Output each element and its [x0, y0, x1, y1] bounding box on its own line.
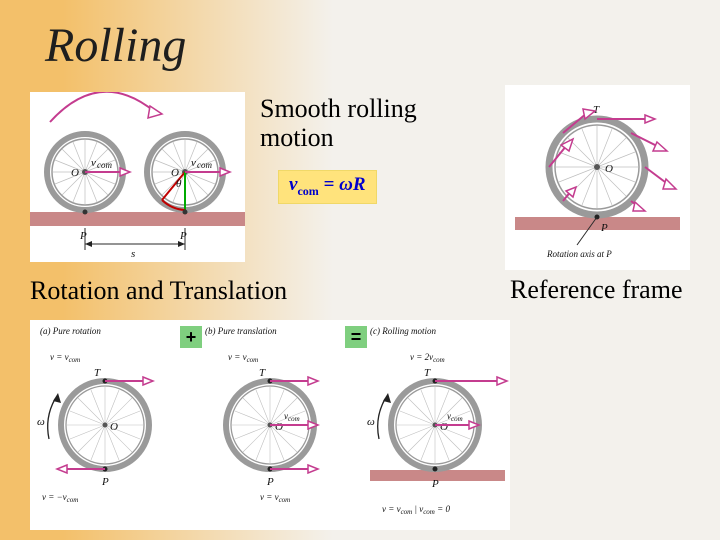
wheel1-O: O [71, 167, 79, 179]
b-bot-eq: v = vcom [260, 492, 290, 504]
smooth-line: Smooth rolling motion [260, 94, 417, 152]
P1: P [79, 230, 87, 242]
c-O: O [440, 421, 448, 433]
figure-two-wheels: O v com [30, 92, 245, 262]
c-mid-v: vcom [447, 411, 463, 423]
ref-P: P [600, 222, 608, 234]
reference-frame-svg: O T [505, 85, 690, 270]
equals-box: = [345, 326, 367, 348]
a-top-eq: v = vcom [50, 352, 80, 364]
a-O: O [110, 421, 118, 433]
a-bot-eq: v = −vcom [42, 492, 78, 504]
c-bot-eq: v = vcom | vcom = 0 [382, 504, 450, 516]
eq-vsub: com [297, 184, 318, 198]
cap-b: (b) Pure translation [205, 326, 277, 336]
b-O: O [275, 421, 283, 433]
wheel1-vcom-sub: com [97, 160, 112, 170]
smooth-rolling-label: Smooth rolling motion [260, 95, 417, 152]
s-label: s [131, 248, 135, 260]
wheel2-vcom: v [191, 157, 196, 169]
b-mid-v: vcom [284, 411, 300, 423]
a-T: T [94, 367, 101, 379]
cap-c: (c) Rolling motion [370, 326, 436, 336]
figure-three-panels: (a) Pure rotation (b) Pure translation (… [30, 320, 510, 530]
P2: P [179, 230, 187, 242]
ref-axis-label: Rotation axis at P [546, 249, 612, 259]
theta-label: θ [176, 178, 182, 190]
cap-a: (a) Pure rotation [40, 326, 101, 336]
c-top-eq: v = 2vcom [410, 352, 445, 364]
rotation-translation-label: Rotation and Translation [30, 276, 287, 306]
equation-vcom: vcom = ωR [278, 170, 377, 204]
ref-T: T [593, 104, 600, 116]
three-panels-svg: (a) Pure rotation (b) Pure translation (… [30, 320, 510, 530]
b-top-eq: v = vcom [228, 352, 258, 364]
eq-equals: = [319, 174, 339, 195]
plus-box: + [180, 326, 202, 348]
ref-O: O [605, 163, 613, 175]
b-P: P [266, 476, 274, 488]
wheel1-vcom: v [91, 157, 96, 169]
c-T: T [424, 367, 431, 379]
c-P: P [431, 478, 439, 490]
reference-frame-label: Reference frame [510, 275, 682, 305]
eq-R: R [353, 174, 366, 195]
b-T: T [259, 367, 266, 379]
eq-omega: ω [339, 174, 353, 195]
a-P: P [101, 476, 109, 488]
slide: Rolling Smooth rolling motion vcom = ωR … [0, 0, 720, 540]
figure-reference-frame: O T [505, 85, 690, 270]
a-omega: ω [37, 416, 45, 428]
wheel2-vcom-sub: com [197, 160, 212, 170]
slide-title: Rolling [45, 18, 186, 73]
two-wheels-svg: O v com [30, 92, 245, 262]
c-omega: ω [367, 416, 375, 428]
